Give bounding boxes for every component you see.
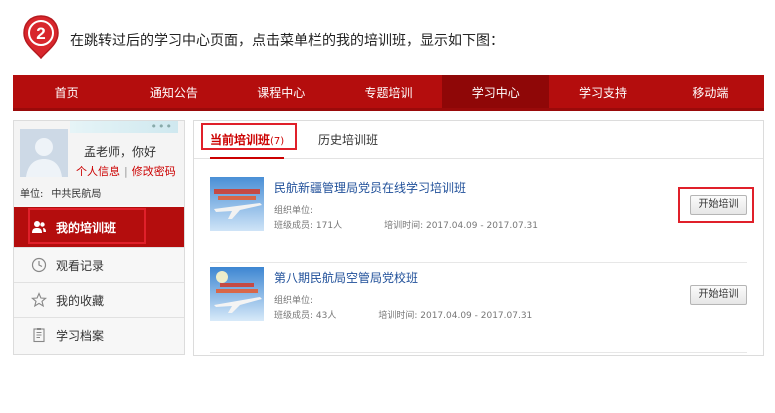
star-icon xyxy=(30,291,48,309)
user-info: ••• 孟老师，你好 个人信息 | 修改密码 单位: 中共民航局 xyxy=(14,121,184,205)
course-members: 班级成员: 171人 xyxy=(274,221,343,231)
nav-item-learning-center[interactable]: 学习中心 xyxy=(442,75,550,108)
user-links: 个人信息 | 修改密码 xyxy=(76,163,176,179)
document-icon xyxy=(30,326,48,344)
sidebar-item-watch-history[interactable]: 观看记录 xyxy=(14,247,184,282)
sidebar-item-label: 我的培训班 xyxy=(56,220,117,235)
sidebar-item-favorites[interactable]: 我的收藏 xyxy=(14,282,184,317)
course-title[interactable]: 第八期民航局空管局党校班 xyxy=(274,269,418,286)
tab-current-training[interactable]: 当前培训班(7) xyxy=(210,121,285,159)
user-greeting: 孟老师，你好 xyxy=(84,145,157,159)
change-password-link[interactable]: 修改密码 xyxy=(132,165,176,178)
link-separator: | xyxy=(124,165,128,178)
start-training-button[interactable]: 开始培训 xyxy=(690,195,747,215)
step-instruction: 在跳转过后的学习中心页面，点击菜单栏的我的培训班，显示如下图： xyxy=(70,33,504,49)
profile-link[interactable]: 个人信息 xyxy=(76,165,120,178)
list-item: 第八期民航局空管局党校班 组织单位: 班级成员: 43人 培训时间: 2017.0… xyxy=(210,267,747,353)
course-thumbnail[interactable] xyxy=(210,267,264,321)
start-training-button[interactable]: 开始培训 xyxy=(690,285,747,305)
tab-history-training[interactable]: 历史培训班 xyxy=(318,121,378,159)
users-icon xyxy=(30,218,48,236)
user-sidebar: ••• 孟老师，你好 个人信息 | 修改密码 单位: 中共民航局 我的培训班 观… xyxy=(13,120,185,355)
nav-item-learning-support[interactable]: 学习支持 xyxy=(549,75,656,108)
tab-label: 当前培训班 xyxy=(210,133,271,147)
unit-label: 单位: xyxy=(20,189,44,200)
course-period: 培训时间: 2017.04.09 - 2017.07.31 xyxy=(378,311,533,321)
nav-item-notices[interactable]: 通知公告 xyxy=(120,75,227,108)
list-item: 民航新疆管理局党员在线学习培训班 组织单位: 班级成员: 171人 培训时间: 2… xyxy=(210,177,747,263)
clock-icon xyxy=(30,256,48,274)
sidebar-item-label: 我的收藏 xyxy=(56,293,105,308)
avatar xyxy=(20,129,68,177)
course-members: 班级成员: 43人 xyxy=(274,311,337,321)
course-thumbnail[interactable] xyxy=(210,177,264,231)
tab-count-badge: (7) xyxy=(270,136,285,147)
main-nav: 首页 通知公告 课程中心 专题培训 学习中心 学习支持 移动端 xyxy=(13,75,764,111)
sidebar-item-my-training[interactable]: 我的培训班 xyxy=(14,207,184,247)
course-title[interactable]: 民航新疆管理局党员在线学习培训班 xyxy=(274,179,466,196)
sidebar-item-label: 学习档案 xyxy=(56,328,105,343)
course-org: 组织单位: xyxy=(274,296,314,306)
svg-text:2: 2 xyxy=(36,24,45,43)
unit-value: 中共民航局 xyxy=(51,189,102,200)
user-panel-header: ••• xyxy=(70,121,178,133)
step-number-badge: 2 xyxy=(23,15,59,60)
sidebar-item-label: 观看记录 xyxy=(56,258,105,273)
training-panel: 当前培训班(7) 历史培训班 民航新疆管理局党员在线学习培训班 组织单位: 班级… xyxy=(193,120,764,356)
course-meta: 班级成员: 171人 培训时间: 2017.04.09 - 2017.07.31 xyxy=(274,218,538,231)
sidebar-item-learning-records[interactable]: 学习档案 xyxy=(14,317,184,352)
course-meta: 班级成员: 43人 培训时间: 2017.04.09 - 2017.07.31 xyxy=(274,308,532,321)
nav-item-home[interactable]: 首页 xyxy=(13,75,120,108)
training-tabs: 当前培训班(7) 历史培训班 xyxy=(194,121,763,159)
side-menu: 我的培训班 观看记录 我的收藏 学习档案 xyxy=(14,207,184,352)
course-period: 培训时间: 2017.04.09 - 2017.07.31 xyxy=(384,221,539,231)
nav-item-mobile[interactable]: 移动端 xyxy=(657,75,764,108)
course-org: 组织单位: xyxy=(274,206,314,216)
nav-item-courses[interactable]: 课程中心 xyxy=(228,75,335,108)
nav-item-special-training[interactable]: 专题培训 xyxy=(335,75,442,108)
user-unit: 单位: 中共民航局 xyxy=(20,185,101,200)
more-icon[interactable]: ••• xyxy=(151,121,173,133)
